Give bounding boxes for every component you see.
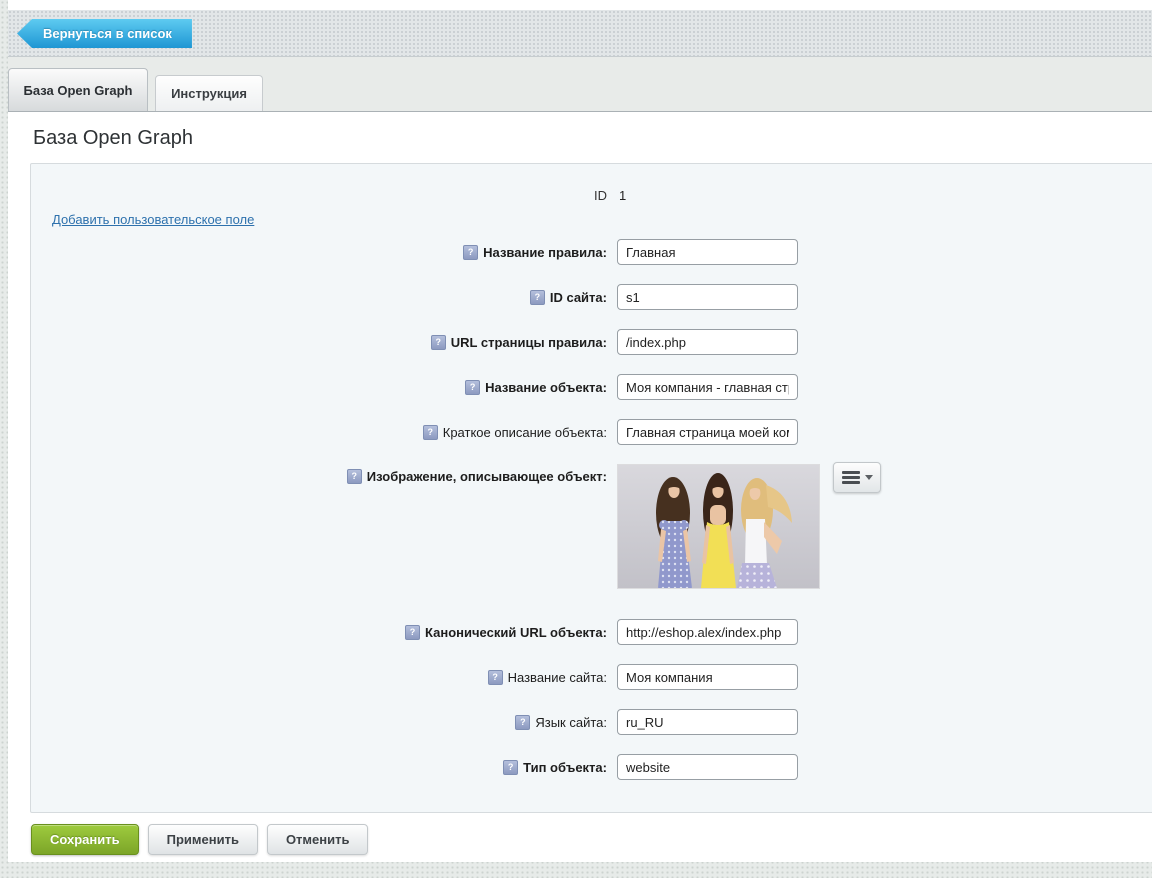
add-custom-field-link[interactable]: Добавить пользовательское поле <box>52 212 254 227</box>
field-value-cell <box>617 754 798 780</box>
field-value-cell <box>617 664 798 690</box>
field-label: Язык сайта <box>535 715 607 730</box>
field-input[interactable] <box>617 619 798 645</box>
form-box: ID 1 Добавить пользовательское поле ? Наз… <box>30 163 1152 813</box>
context-toolbar: Вернуться в список <box>8 10 1152 57</box>
field-value-cell <box>617 709 798 735</box>
field-label: ID сайта <box>550 290 607 305</box>
field-input[interactable] <box>617 709 798 735</box>
form-field-row: ? URL страницы правила <box>31 329 1152 355</box>
field-label-cell: ? ID сайта <box>31 289 612 305</box>
help-icon[interactable]: ? <box>503 759 519 775</box>
field-label: Тип объекта <box>523 760 607 775</box>
field-value-cell <box>617 419 798 445</box>
add-custom-field-row: Добавить пользовательское поле <box>52 211 1152 229</box>
top-spacer <box>8 0 1152 10</box>
field-label-cell: ? Название сайта <box>31 669 612 685</box>
action-buttons: Сохранить Применить Отменить <box>31 824 1152 855</box>
form-field-row: ? Название объекта <box>31 374 1152 400</box>
form-field-row: ? Название сайта <box>31 664 1152 690</box>
field-input[interactable] <box>617 329 798 355</box>
field-value-cell <box>617 329 798 355</box>
field-input[interactable] <box>617 664 798 690</box>
field-label-cell: ? Название объекта <box>31 379 612 395</box>
field-label: URL страницы правила <box>451 335 607 350</box>
menu-icon <box>841 469 860 486</box>
form-field-row: ? Язык сайта <box>31 709 1152 735</box>
field-value-cell <box>617 462 881 589</box>
field-input[interactable] <box>617 754 798 780</box>
og-image-widget <box>617 462 881 589</box>
field-input[interactable] <box>617 374 798 400</box>
help-icon[interactable]: ? <box>430 334 446 350</box>
image-menu-button[interactable] <box>833 462 881 493</box>
field-input[interactable] <box>617 284 798 310</box>
field-label: Изображение, описывающее объект <box>367 469 607 484</box>
id-value: 1 <box>619 188 627 203</box>
form-field-row: ? Изображение, описывающее объект <box>31 462 1152 589</box>
cancel-button[interactable]: Отменить <box>266 824 369 855</box>
field-value-cell <box>617 374 798 400</box>
tab-instruction[interactable]: Инструкция <box>155 75 263 111</box>
field-value-cell <box>617 284 798 310</box>
field-value-cell <box>617 239 798 265</box>
help-icon[interactable]: ? <box>465 379 481 395</box>
tab-strip: База Open Graph Инструкция <box>8 57 1152 111</box>
field-label-cell: ? Название правила <box>31 244 612 260</box>
field-label-cell: ? URL страницы правила <box>31 334 612 350</box>
field-input[interactable] <box>617 419 798 445</box>
id-label: ID <box>594 188 607 203</box>
apply-button[interactable]: Применить <box>147 824 258 855</box>
field-label: Краткое описание объекта <box>443 425 607 440</box>
save-button[interactable]: Сохранить <box>31 824 139 855</box>
page: Вернуться в список База Open Graph Инстр… <box>8 0 1152 862</box>
form-field-row: ? Тип объекта <box>31 754 1152 780</box>
content-area: База Open Graph ID 1 Добавить пользовате… <box>8 111 1152 862</box>
form-field-row: ? ID сайта <box>31 284 1152 310</box>
field-label-cell: ? Канонический URL объекта <box>31 624 612 640</box>
form-field-row: ? Канонический URL объекта <box>31 619 1152 645</box>
back-to-list-button[interactable]: Вернуться в список <box>17 19 192 48</box>
help-icon[interactable]: ? <box>405 624 421 640</box>
field-value-cell <box>617 619 798 645</box>
field-label-cell: ? Изображение, описывающее объект <box>31 464 612 484</box>
form-field-row: ? Название правила <box>31 239 1152 265</box>
og-image-preview <box>617 464 820 589</box>
help-icon[interactable]: ? <box>529 289 545 305</box>
field-input[interactable] <box>617 239 798 265</box>
page-title: База Open Graph <box>33 127 193 149</box>
form-field-row: ? Краткое описание объекта <box>31 419 1152 445</box>
field-label: Название правила <box>483 245 607 260</box>
help-icon[interactable]: ? <box>515 714 531 730</box>
help-icon[interactable]: ? <box>346 469 362 484</box>
chevron-down-icon <box>864 475 873 480</box>
help-icon[interactable]: ? <box>463 244 479 260</box>
field-label-cell: ? Язык сайта <box>31 714 612 730</box>
help-icon[interactable]: ? <box>422 424 438 440</box>
field-label: Название объекта <box>485 380 607 395</box>
help-icon[interactable]: ? <box>487 669 503 685</box>
field-label: Канонический URL объекта <box>425 625 607 640</box>
form-rows: ? Название правила? ID сайта? URL страницы … <box>31 239 1152 780</box>
field-label-cell: ? Краткое описание объекта <box>31 424 612 440</box>
field-label-cell: ? Тип объекта <box>31 759 612 775</box>
tab-opengraph-base[interactable]: База Open Graph <box>8 68 148 111</box>
field-label: Название сайта <box>508 670 607 685</box>
id-row: ID 1 <box>31 188 1152 203</box>
